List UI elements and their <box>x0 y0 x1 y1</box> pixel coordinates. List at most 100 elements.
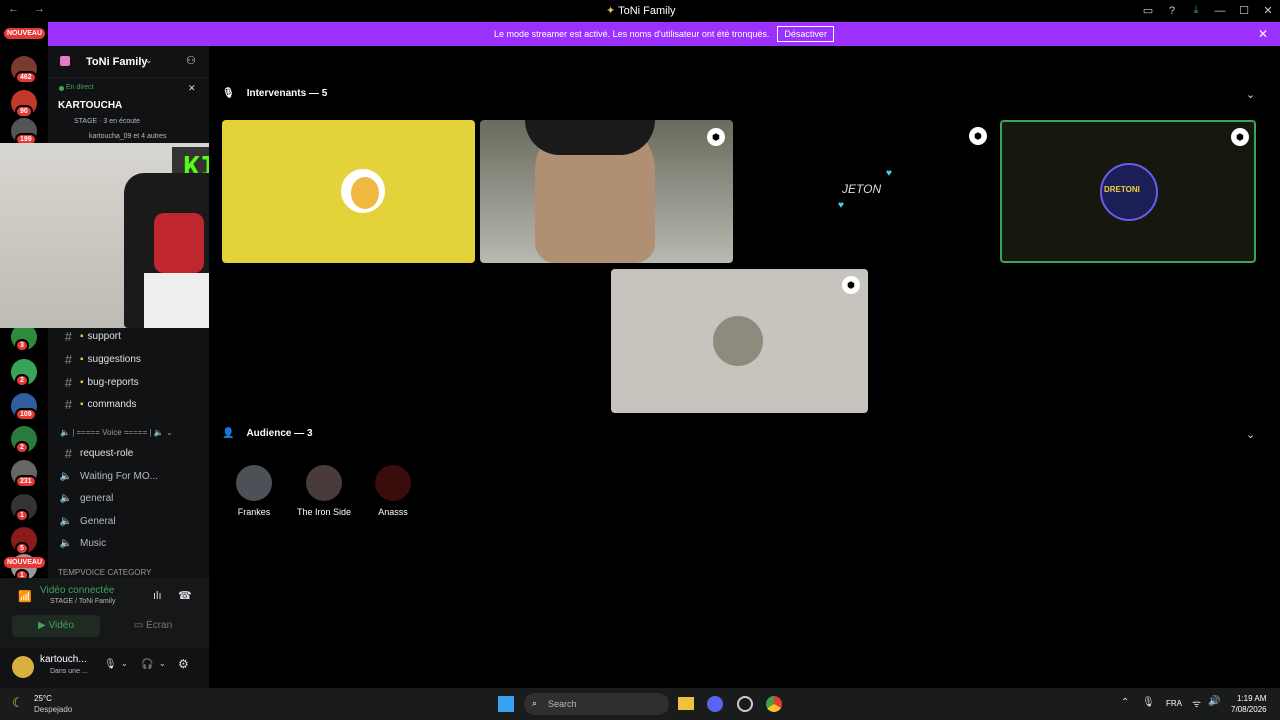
channel-item[interactable]: 🔈 Waiting For MO... <box>48 466 209 486</box>
moderator-icon: ⬢ <box>969 127 987 145</box>
chrome-icon[interactable] <box>766 696 782 712</box>
chevron-down-icon[interactable]: ⌄ <box>121 659 128 668</box>
avatar <box>236 465 272 501</box>
hash-icon: # <box>64 351 72 367</box>
channel-label: General <box>80 515 116 527</box>
close-icon[interactable]: ✕ <box>188 83 196 94</box>
disable-streamer-button[interactable]: Désactiver <box>777 26 834 42</box>
category-label[interactable]: TEMPVOICE CATEGORY <box>58 568 152 577</box>
weather-desc[interactable]: Despejado <box>34 705 72 714</box>
user-status: Dans une ... <box>50 668 88 675</box>
microphone-icon[interactable]: 🎙 <box>104 659 117 670</box>
notification-badge: 231 <box>15 475 37 488</box>
heart-icon: ♥ <box>838 200 844 211</box>
close-icon[interactable]: ✕ <box>1258 27 1268 41</box>
audience-name: Frankes <box>237 507 271 517</box>
wifi-icon[interactable]: ᯤ <box>1192 696 1201 710</box>
channel-suggestions[interactable]: # ▪ suggestions <box>48 349 209 369</box>
help-icon[interactable]: ? <box>1160 5 1184 17</box>
clock-time[interactable]: 1:19 AM <box>1237 694 1266 703</box>
moderator-icon: ⬢ <box>707 128 725 146</box>
search-input[interactable]: Search <box>524 693 669 715</box>
stage-meta: STAGE · 3 en écoute <box>74 118 141 125</box>
app-icon[interactable] <box>737 696 753 712</box>
audience-member[interactable]: Anasss <box>363 465 423 517</box>
minimize-button[interactable]: — <box>1208 5 1232 17</box>
title-bar: ← → ✦ ToNi Family ▭ ? ⤓ — ☐ ✕ <box>0 0 1280 21</box>
server-header[interactable]: ToNi Family ⌄ ⚇ <box>48 46 209 78</box>
settings-icon[interactable]: ⚙ <box>178 657 189 671</box>
stage-live-card[interactable]: En direct ✕ KARTOUCHA STAGE · 3 en écout… <box>48 78 209 144</box>
voice-status-title[interactable]: Vidéo connectée <box>40 585 114 596</box>
clock-date[interactable]: 7/08/2026 <box>1231 705 1267 714</box>
voice-panel: 📶 Vidéo connectée STAGE / ToNi Family ıl… <box>0 578 209 688</box>
heart-icon: ♥ <box>886 168 892 179</box>
disconnect-icon[interactable]: ☎ <box>178 589 192 602</box>
language-label[interactable]: FRA <box>1166 699 1182 708</box>
speaker-tile[interactable]: JETON ♥ ♥ ⬢ <box>738 120 991 263</box>
discord-icon[interactable] <box>707 696 723 712</box>
username: kartouch... <box>40 654 87 665</box>
notification-badge: 2 <box>15 441 29 454</box>
channel-label: support <box>87 330 121 342</box>
stage-listeners: kartoucha_09 et 4 autres <box>89 133 167 140</box>
channel-label: Music <box>80 537 107 549</box>
speaker-tile[interactable]: ⬢ <box>480 120 733 263</box>
channel-bug-reports[interactable]: # ▪ bug-reports <box>48 372 209 392</box>
channel-commands[interactable]: # ▪ commands <box>48 394 209 414</box>
chevron-down-icon[interactable]: ⌄ <box>1246 88 1255 101</box>
channel-support[interactable]: # ▪ support <box>48 326 209 346</box>
microphone-icon[interactable]: 🎙 <box>1142 697 1155 708</box>
channel-label: general <box>80 492 114 504</box>
speaker-icon: 🔈 <box>60 428 70 437</box>
audience-name: Anasss <box>378 507 408 517</box>
channel-item[interactable]: # request-role <box>48 443 209 463</box>
start-icon[interactable] <box>498 696 514 712</box>
headphones-icon[interactable]: 🎧 <box>141 659 153 670</box>
new-badge: NOUVEAU <box>4 557 46 568</box>
notification-badge: 90 <box>15 105 33 118</box>
maximize-button[interactable]: ☐ <box>1232 4 1256 17</box>
video-button[interactable]: ▶ Vidéo <box>12 615 100 637</box>
download-icon[interactable]: ⤓ <box>1184 4 1208 17</box>
speaker-icon: 🔈 <box>59 515 72 527</box>
speaker-tile[interactable]: ⬢ <box>611 269 868 413</box>
moderator-icon: ⬢ <box>1231 128 1249 146</box>
audience-header[interactable]: 👤 Audience — 3 <box>222 428 313 439</box>
camera-icon: ▶ <box>38 620 46 631</box>
channel-label: Waiting For MO... <box>80 470 158 482</box>
channel-label: commands <box>87 398 137 410</box>
pin-icon: ✦ <box>606 5 616 17</box>
search-icon: ⌕ <box>532 698 538 708</box>
inbox-icon[interactable]: ▭ <box>1136 4 1160 17</box>
audience-member[interactable]: Frankes <box>224 465 284 517</box>
file-explorer-icon[interactable] <box>678 697 694 710</box>
notification-badge: 462 <box>15 71 37 84</box>
window-title: ✦ ToNi Family <box>606 5 676 17</box>
speakers-header[interactable]: 🎙 Intervenants — 5 <box>222 88 327 99</box>
soundboard-icon[interactable]: ılı <box>153 590 162 602</box>
add-member-icon[interactable]: ⚇ <box>186 54 196 67</box>
channel-item[interactable]: 🔈 general <box>48 488 209 508</box>
moderator-icon: ⬢ <box>842 276 860 294</box>
speaker-tile[interactable]: DRETONI ⬢ <box>1000 120 1256 263</box>
user-area[interactable]: kartouch... Dans une ... 🎙 ⌄ 🎧 ⌄ ⚙ <box>0 648 209 688</box>
chevron-down-icon[interactable]: ⌄ <box>1246 428 1255 441</box>
channel-item[interactable]: 🔈 Music <box>48 533 209 553</box>
speaker-icon: 🔈 <box>59 492 72 504</box>
speaker-tile[interactable] <box>222 120 475 263</box>
audience-icon: 👤 <box>222 428 235 439</box>
signal-icon: 📶 <box>18 591 32 603</box>
channel-item[interactable]: 🔈 General <box>48 511 209 531</box>
chevron-down-icon[interactable]: ⌄ <box>159 659 166 668</box>
voice-status-subtitle[interactable]: STAGE / ToNi Family <box>50 598 115 605</box>
tray-chevron-icon[interactable]: ⌃ <box>1121 697 1129 708</box>
volume-icon[interactable]: 🔊 <box>1208 696 1220 707</box>
speaker-icon: 🔈 <box>153 428 164 437</box>
back-forward-icons[interactable]: ← → <box>8 3 51 15</box>
channel-label: bug-reports <box>87 376 139 388</box>
close-window-button[interactable]: ✕ <box>1256 4 1280 17</box>
screen-button[interactable]: ▭ Écran <box>108 615 198 637</box>
weather-temp[interactable]: 25°C <box>34 694 52 703</box>
audience-member[interactable]: The Iron Side <box>294 465 354 517</box>
